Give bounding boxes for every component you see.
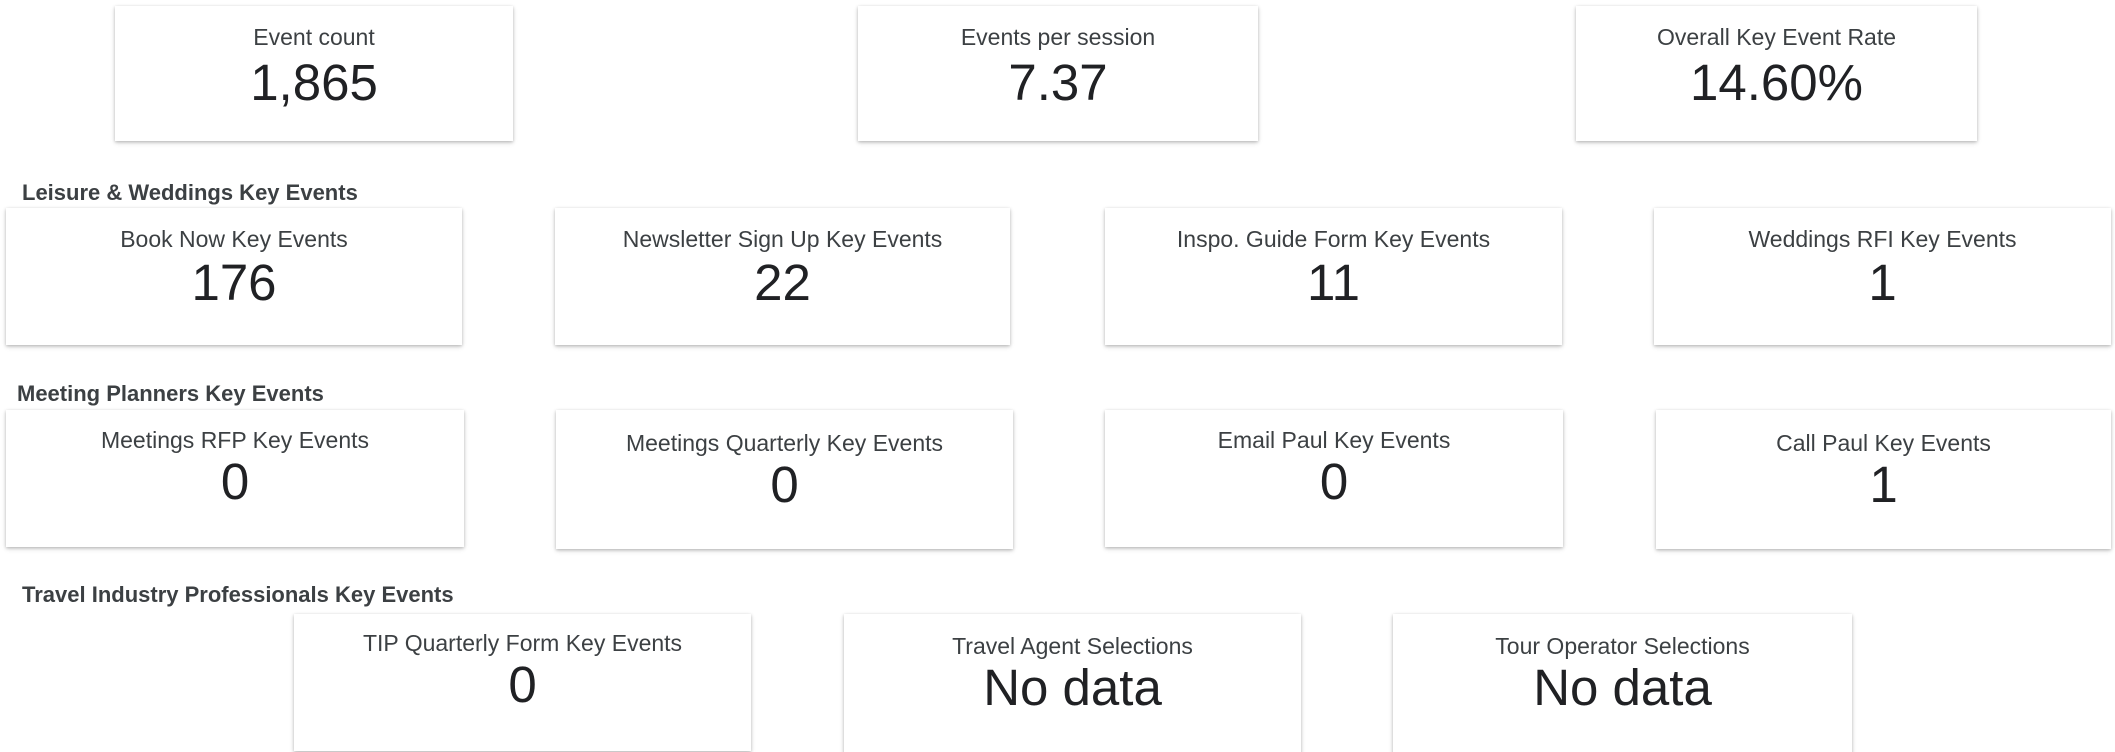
meetings-quarterly-scorecard[interactable]: Meetings Quarterly Key Events 0 [556, 410, 1013, 549]
key-event-rate-scorecard[interactable]: Overall Key Event Rate 14.60% [1576, 6, 1977, 141]
dashboard: Event count 1,865 Events per session 7.3… [0, 0, 2115, 752]
event-count-scorecard[interactable]: Event count 1,865 [115, 6, 513, 141]
scorecard-label: Newsletter Sign Up Key Events [622, 226, 943, 252]
scorecard-value: 1 [1868, 254, 1897, 311]
scorecard-value: 0 [770, 456, 799, 513]
scorecard-label: Events per session [960, 24, 1156, 50]
meetings-rfp-scorecard[interactable]: Meetings RFP Key Events 0 [6, 410, 464, 547]
scorecard-value: 11 [1307, 254, 1360, 311]
scorecard-label: Call Paul Key Events [1776, 430, 1991, 456]
scorecard-label: Book Now Key Events [120, 226, 348, 252]
inspo-guide-form-scorecard[interactable]: Inspo. Guide Form Key Events 11 [1105, 208, 1562, 345]
travel-industry-section-title: Travel Industry Professionals Key Events [22, 582, 454, 607]
scorecard-value: No data [1533, 659, 1712, 716]
scorecard-value: 0 [1319, 453, 1349, 510]
scorecard-label: Overall Key Event Rate [1656, 24, 1897, 50]
scorecard-label: TIP Quarterly Form Key Events [362, 630, 683, 656]
scorecard-value: No data [983, 659, 1162, 716]
leisure-weddings-section-title: Leisure & Weddings Key Events [22, 180, 358, 205]
scorecard-value: 0 [220, 453, 250, 510]
scorecard-label: Travel Agent Selections [952, 633, 1193, 659]
scorecard-label: Email Paul Key Events [1217, 427, 1451, 453]
weddings-rfi-scorecard[interactable]: Weddings RFI Key Events 1 [1654, 208, 2111, 345]
scorecard-label: Inspo. Guide Form Key Events [1176, 226, 1491, 252]
meeting-planners-section-title: Meeting Planners Key Events [17, 381, 324, 406]
tip-quarterly-form-scorecard[interactable]: TIP Quarterly Form Key Events 0 [294, 614, 751, 751]
scorecard-value: 176 [191, 254, 277, 311]
tour-operator-selections-scorecard[interactable]: Tour Operator Selections No data [1393, 614, 1852, 752]
scorecard-label: Meetings Quarterly Key Events [625, 430, 944, 456]
scorecard-value: 14.60% [1690, 54, 1863, 111]
events-per-session-scorecard[interactable]: Events per session 7.37 [858, 6, 1258, 141]
scorecard-label: Meetings RFP Key Events [100, 427, 370, 453]
scorecard-value: 1,865 [250, 54, 378, 111]
scorecard-value: 0 [508, 656, 537, 713]
scorecard-value: 7.37 [1008, 54, 1108, 111]
scorecard-label: Tour Operator Selections [1495, 633, 1750, 659]
travel-agent-selections-scorecard[interactable]: Travel Agent Selections No data [844, 614, 1301, 752]
scorecard-value: 22 [754, 254, 811, 311]
book-now-scorecard[interactable]: Book Now Key Events 176 [6, 208, 462, 345]
scorecard-label: Event count [253, 24, 375, 50]
call-paul-scorecard[interactable]: Call Paul Key Events 1 [1656, 410, 2111, 549]
scorecard-label: Weddings RFI Key Events [1748, 226, 2017, 252]
newsletter-sign-up-scorecard[interactable]: Newsletter Sign Up Key Events 22 [555, 208, 1010, 345]
email-paul-scorecard[interactable]: Email Paul Key Events 0 [1105, 410, 1563, 547]
scorecard-value: 1 [1869, 456, 1898, 513]
